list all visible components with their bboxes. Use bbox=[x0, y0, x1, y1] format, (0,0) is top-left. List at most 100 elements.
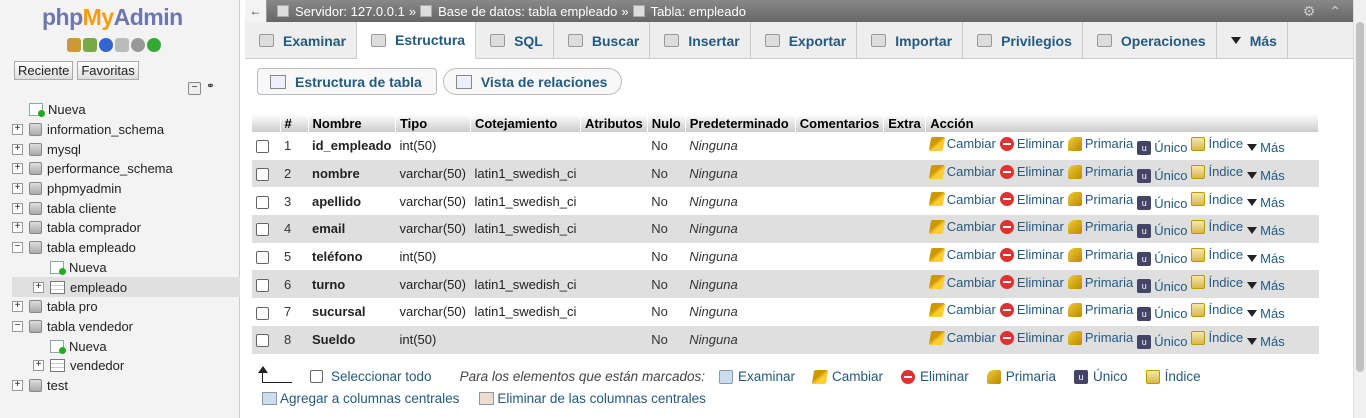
tree-item[interactable]: − tabla empleado bbox=[12, 238, 240, 258]
bulk-change-button[interactable]: Cambiar bbox=[811, 369, 883, 384]
scrollbar-thumb[interactable] bbox=[1356, 22, 1364, 372]
unique-action-button[interactable]: u Único bbox=[1137, 334, 1187, 349]
tree-item[interactable]: + mysql bbox=[12, 139, 240, 159]
tree-item[interactable]: + empleado bbox=[12, 277, 240, 297]
index-action-button[interactable]: Índice bbox=[1191, 164, 1243, 179]
tree-item-label[interactable]: tabla pro bbox=[47, 299, 98, 314]
primary-action-button[interactable]: Primaria bbox=[1067, 247, 1133, 262]
more-action-button[interactable]: Más bbox=[1247, 223, 1285, 238]
tab-insertar[interactable]: Insertar bbox=[650, 22, 751, 59]
row-checkbox[interactable] bbox=[256, 278, 269, 292]
tree-item[interactable]: − tabla vendedor bbox=[12, 317, 240, 337]
primary-action-button[interactable]: Primaria bbox=[1067, 302, 1133, 317]
more-action-button[interactable]: Más bbox=[1247, 140, 1285, 155]
expand-icon[interactable]: + bbox=[33, 281, 44, 293]
collapse-nav-icon[interactable]: ← bbox=[245, 0, 267, 22]
primary-action-button[interactable]: Primaria bbox=[1067, 192, 1133, 207]
expand-icon[interactable]: + bbox=[12, 143, 23, 155]
unique-action-button[interactable]: u Único bbox=[1137, 279, 1187, 294]
col-header-attributes[interactable]: Atributos bbox=[580, 114, 648, 132]
collapse-all-icon[interactable]: − bbox=[188, 82, 201, 95]
col-header-extra[interactable]: Extra bbox=[883, 114, 927, 132]
change-action-button[interactable]: Cambiar bbox=[928, 247, 996, 262]
reload-icon[interactable] bbox=[147, 38, 161, 52]
tree-item[interactable]: Nueva bbox=[12, 100, 240, 120]
tree-item-label[interactable]: tabla comprador bbox=[47, 220, 141, 235]
index-action-button[interactable]: Índice bbox=[1191, 302, 1243, 317]
logout-icon[interactable] bbox=[83, 38, 97, 52]
scrollbar[interactable] bbox=[1353, 0, 1366, 418]
tab-importar[interactable]: Importar bbox=[857, 22, 964, 59]
drop-action-button[interactable]: Eliminar bbox=[999, 164, 1064, 179]
collapse-icon[interactable]: − bbox=[12, 320, 23, 332]
docs-icon[interactable] bbox=[115, 38, 129, 52]
unique-action-button[interactable]: u Único bbox=[1137, 223, 1187, 238]
collapse-icon[interactable]: − bbox=[12, 242, 23, 254]
tree-item-label[interactable]: tabla cliente bbox=[47, 201, 116, 216]
col-header-null[interactable]: Nulo bbox=[647, 114, 686, 132]
tree-item-label[interactable]: phpmyadmin bbox=[47, 181, 121, 196]
tree-item-label[interactable]: mysql bbox=[47, 142, 81, 157]
bulk-index-button[interactable]: Índice bbox=[1145, 369, 1201, 384]
primary-action-button[interactable]: Primaria bbox=[1067, 164, 1133, 179]
drop-action-button[interactable]: Eliminar bbox=[999, 330, 1064, 345]
recent-tab[interactable]: Reciente bbox=[14, 61, 74, 80]
tab-sql[interactable]: SQL bbox=[476, 22, 554, 59]
tree-item-label[interactable]: vendedor bbox=[70, 358, 124, 373]
row-checkbox[interactable] bbox=[256, 251, 269, 265]
drop-action-button[interactable]: Eliminar bbox=[999, 275, 1064, 290]
add-central-columns-button[interactable]: Agregar a columnas centrales bbox=[262, 391, 459, 406]
unique-action-button[interactable]: u Único bbox=[1137, 306, 1187, 321]
tree-item[interactable]: + phpmyadmin bbox=[12, 179, 240, 199]
tree-item[interactable]: + tabla pro bbox=[12, 297, 240, 317]
tree-item-label[interactable]: information_schema bbox=[47, 122, 164, 137]
tab-privilegios[interactable]: Privilegios bbox=[963, 22, 1083, 59]
change-action-button[interactable]: Cambiar bbox=[928, 136, 996, 151]
row-checkbox[interactable] bbox=[256, 223, 269, 237]
expand-icon[interactable]: + bbox=[12, 301, 23, 313]
table-structure-button[interactable]: Estructura de tabla bbox=[257, 68, 437, 95]
tree-item[interactable]: + vendedor bbox=[12, 356, 240, 376]
settings-icon[interactable] bbox=[131, 38, 145, 52]
change-action-button[interactable]: Cambiar bbox=[928, 330, 996, 345]
index-action-button[interactable]: Índice bbox=[1191, 136, 1243, 151]
tree-item[interactable]: + information_schema bbox=[12, 120, 240, 140]
col-header-type[interactable]: Tipo bbox=[395, 114, 471, 132]
tree-item[interactable]: Nueva bbox=[12, 258, 240, 278]
more-action-button[interactable]: Más bbox=[1247, 334, 1285, 349]
change-action-button[interactable]: Cambiar bbox=[928, 192, 996, 207]
tab-más[interactable]: Más bbox=[1217, 22, 1288, 59]
expand-icon[interactable]: + bbox=[12, 124, 23, 136]
more-action-button[interactable]: Más bbox=[1247, 168, 1285, 183]
row-checkbox[interactable] bbox=[256, 306, 269, 320]
tab-exportar[interactable]: Exportar bbox=[751, 22, 858, 59]
breadcrumb-server[interactable]: Servidor: 127.0.0.1 bbox=[295, 4, 405, 19]
expand-icon[interactable]: + bbox=[12, 379, 23, 391]
favorites-tab[interactable]: Favoritas bbox=[77, 61, 139, 80]
tree-item[interactable]: + performance_schema bbox=[12, 159, 240, 179]
expand-icon[interactable]: + bbox=[33, 360, 44, 372]
tab-operaciones[interactable]: Operaciones bbox=[1083, 22, 1217, 59]
row-checkbox[interactable] bbox=[256, 195, 269, 209]
phpmyadmin-logo[interactable]: phpMyAdmin bbox=[42, 4, 183, 31]
bulk-primary-button[interactable]: Primaria bbox=[986, 369, 1056, 384]
col-header-name[interactable]: Nombre bbox=[308, 114, 396, 132]
index-action-button[interactable]: Índice bbox=[1191, 192, 1243, 207]
tree-item-label[interactable]: tabla vendedor bbox=[47, 319, 133, 334]
unique-action-button[interactable]: u Único bbox=[1137, 251, 1187, 266]
tab-buscar[interactable]: Buscar bbox=[554, 22, 651, 59]
relation-view-button[interactable]: Vista de relaciones bbox=[442, 68, 623, 95]
row-checkbox[interactable] bbox=[256, 168, 269, 182]
gear-icon[interactable]: ⚙ bbox=[1303, 3, 1316, 20]
index-action-button[interactable]: Índice bbox=[1191, 219, 1243, 234]
unique-action-button[interactable]: u Único bbox=[1137, 196, 1187, 211]
bulk-browse-button[interactable]: Examinar bbox=[718, 369, 795, 384]
tree-item-label[interactable]: test bbox=[47, 378, 68, 393]
col-header-collation[interactable]: Cotejamiento bbox=[470, 114, 581, 132]
expand-icon[interactable]: + bbox=[12, 222, 23, 234]
tree-item-label[interactable]: Nueva bbox=[69, 339, 107, 354]
primary-action-button[interactable]: Primaria bbox=[1067, 330, 1133, 345]
expand-icon[interactable]: + bbox=[12, 183, 23, 195]
tree-item[interactable]: + test bbox=[12, 376, 240, 396]
bulk-drop-button[interactable]: Eliminar bbox=[901, 369, 969, 384]
